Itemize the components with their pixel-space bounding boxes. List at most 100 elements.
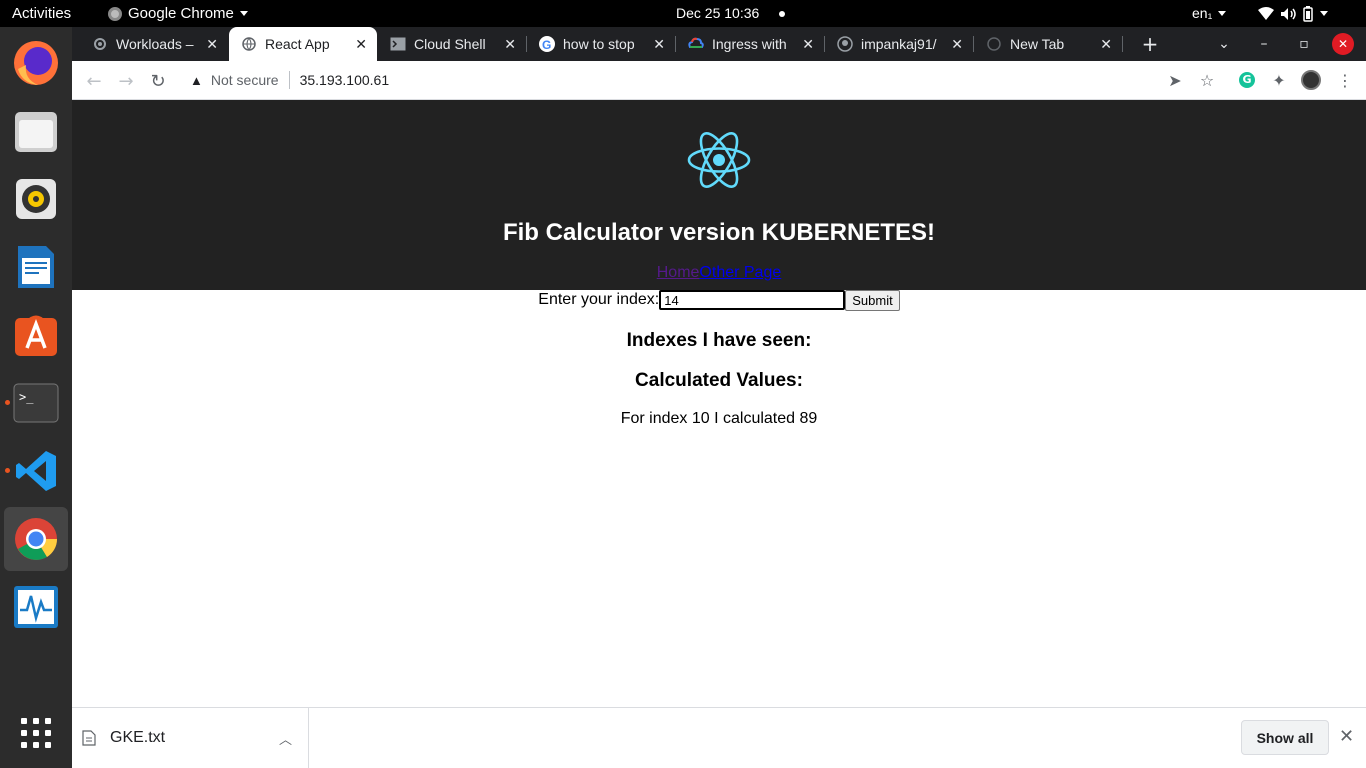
submit-button[interactable]: Submit (845, 289, 900, 311)
minimize-icon[interactable]: – (1244, 36, 1284, 52)
close-tab-icon[interactable]: ✕ (504, 36, 516, 53)
reload-button[interactable]: ↻ (144, 67, 172, 95)
security-label[interactable]: Not secure (211, 72, 279, 88)
calculated-values-heading: Calculated Values: (635, 370, 803, 391)
tab-how-to-stop[interactable]: G how to stop ✕ (527, 27, 676, 61)
arrow-left-icon: ← (86, 70, 102, 92)
file-icon (82, 730, 96, 746)
activities-button[interactable]: Activities (12, 0, 71, 27)
chrome-app-icon (108, 6, 122, 21)
tab-search-icon[interactable]: ⌄ (1204, 36, 1244, 52)
forward-button[interactable]: → (112, 67, 140, 95)
dock-ubuntu-software[interactable] (4, 303, 68, 367)
tab-ingress-with[interactable]: Ingress with ✕ (676, 27, 825, 61)
calculated-value-item: For index 10 I calculated 89 (620, 410, 818, 427)
dock-files[interactable] (4, 99, 68, 163)
app-menu-button[interactable]: Google Chrome (108, 0, 248, 27)
arrow-right-icon: → (118, 70, 134, 92)
dock-firefox[interactable] (4, 31, 68, 95)
dock-libreoffice-writer[interactable] (4, 235, 68, 299)
libreoffice-writer-icon (18, 246, 54, 288)
files-icon (15, 112, 57, 152)
nav-links: HomeOther Page (72, 264, 1366, 282)
chrome-menu-button[interactable]: ⋮ (1334, 69, 1356, 91)
dock-chrome[interactable] (4, 507, 68, 571)
wifi-icon (1258, 6, 1274, 20)
download-item[interactable]: GKE.txt ︿ (82, 708, 309, 768)
chevron-up-icon[interactable]: ︿ (279, 729, 292, 748)
chrome-icon (15, 518, 58, 560)
close-tab-icon[interactable]: ✕ (802, 36, 814, 53)
battery-icon (1303, 5, 1313, 22)
close-tab-icon[interactable]: ✕ (1100, 36, 1112, 53)
terminal-icon: >_ (13, 383, 59, 423)
send-tab-button[interactable]: ➤ (1164, 69, 1186, 91)
star-icon: ☆ (1199, 70, 1215, 90)
show-all-button[interactable]: Show all (1241, 720, 1329, 755)
tab-cloud-shell[interactable]: Cloud Shell ✕ (378, 27, 527, 61)
send-icon: ➤ (1168, 70, 1182, 90)
indexes-heading: Indexes I have seen: (626, 330, 812, 351)
chrome-toolbar: ← → ↻ ▲ Not secure 35.193.100.61 ➤ ☆ G ✦… (72, 61, 1366, 100)
tab-workloads[interactable]: Workloads – ✕ (80, 27, 228, 61)
more-vert-icon: ⋮ (1337, 70, 1353, 90)
terminal-icon (390, 36, 406, 52)
ubuntu-software-icon (15, 315, 57, 356)
grammarly-icon: G (1239, 72, 1255, 88)
close-tab-icon[interactable]: ✕ (951, 36, 963, 53)
tab-react-app[interactable]: React App ✕ (229, 27, 377, 61)
chevron-down-icon (1320, 11, 1328, 16)
index-label: Enter your index: (538, 291, 660, 308)
puzzle-icon: ✦ (1272, 70, 1286, 90)
volume-icon (1281, 7, 1296, 20)
gear-icon (92, 36, 108, 52)
url-text[interactable]: 35.193.100.61 (300, 72, 390, 88)
notification-dot-icon (779, 10, 786, 17)
show-applications-button[interactable] (4, 701, 68, 765)
download-shelf: GKE.txt ︿ Show all ✕ (72, 707, 1366, 768)
chrome-tab-strip: Workloads – ✕ React App ✕ Cloud Shell ✕ … (72, 27, 1366, 61)
omnibox-separator (288, 71, 290, 89)
google-icon: G (539, 36, 555, 52)
home-link[interactable]: Home (657, 264, 700, 281)
index-input[interactable] (659, 290, 846, 310)
show-apps-icon (21, 718, 51, 748)
input-language-button[interactable]: en₁ (1192, 0, 1227, 27)
globe-icon (986, 36, 1002, 52)
firefox-icon (14, 41, 58, 85)
grammarly-extension[interactable]: G (1236, 69, 1258, 91)
tab-new-tab[interactable]: New Tab ✕ (974, 27, 1123, 61)
close-tab-icon[interactable]: ✕ (355, 36, 367, 53)
reload-icon: ↻ (150, 70, 166, 92)
new-tab-button[interactable]: + (1138, 32, 1162, 56)
dock-vscode[interactable] (4, 439, 68, 503)
index-form: Enter your index: Submit (72, 289, 1366, 311)
tab-github[interactable]: impankaj91/ ✕ (825, 27, 974, 61)
language-label: en₁ (1192, 5, 1213, 21)
close-tab-icon[interactable]: ✕ (653, 36, 665, 53)
profile-button[interactable] (1300, 69, 1322, 91)
other-page-link[interactable]: Other Page (699, 264, 781, 281)
dock-system-monitor[interactable] (4, 575, 68, 639)
back-button[interactable]: ← (80, 67, 108, 95)
dock: >_ (0, 27, 72, 768)
chevron-down-icon (239, 11, 248, 16)
close-window-icon[interactable]: ✕ (1332, 33, 1354, 55)
bookmark-button[interactable]: ☆ (1196, 69, 1218, 91)
warning-icon[interactable]: ▲ (190, 73, 203, 88)
extensions-button[interactable]: ✦ (1268, 69, 1290, 91)
globe-icon (241, 36, 257, 52)
tab-separator (1122, 36, 1123, 52)
activities-label: Activities (12, 5, 72, 22)
close-shelf-icon[interactable]: ✕ (1339, 726, 1354, 747)
clock-label: Dec 25 10:36 (676, 5, 760, 21)
github-icon (837, 36, 853, 52)
close-tab-icon[interactable]: ✕ (206, 36, 218, 53)
dock-terminal[interactable]: >_ (4, 371, 68, 435)
clock[interactable]: Dec 25 10:36 (676, 0, 786, 27)
system-menu[interactable] (1258, 0, 1328, 27)
restore-icon[interactable]: ▫ (1284, 36, 1324, 52)
dock-rhythmbox[interactable] (4, 167, 68, 231)
address-bar[interactable]: ▲ Not secure 35.193.100.61 (180, 65, 1230, 95)
page-title: Fib Calculator version KUBERNETES! (502, 219, 936, 246)
